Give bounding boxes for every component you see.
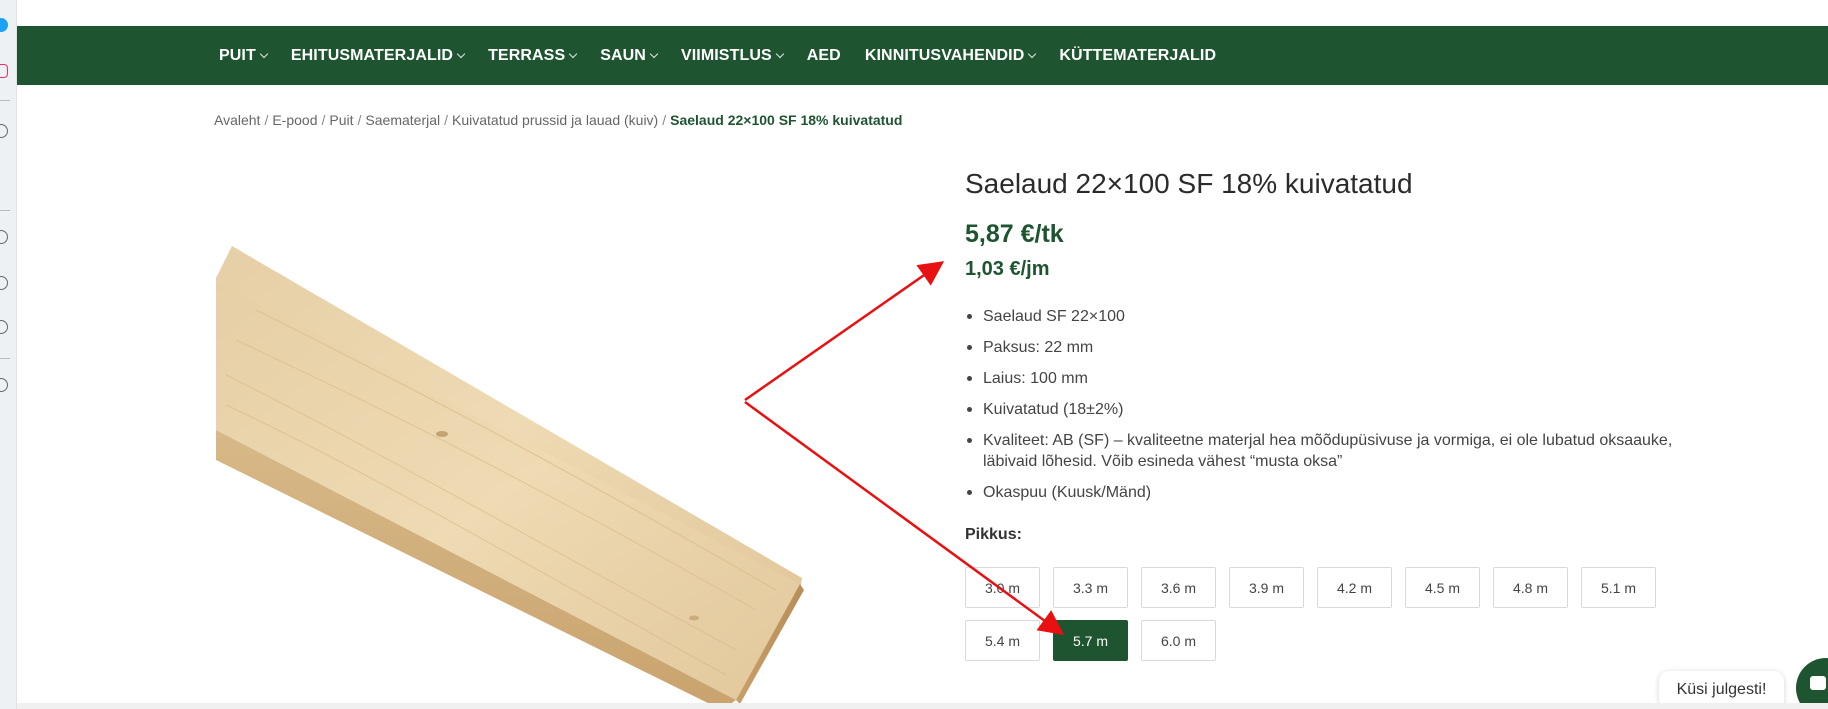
breadcrumb-separator: / xyxy=(321,112,326,128)
chat-icon xyxy=(1810,676,1826,690)
nav-item-saun[interactable]: SAUN xyxy=(600,47,681,65)
twitter-icon[interactable] xyxy=(0,18,8,32)
info-icon[interactable] xyxy=(0,276,8,290)
chat-open-button[interactable] xyxy=(1796,658,1828,709)
length-option-33[interactable]: 3.3 m xyxy=(1053,567,1128,608)
divider xyxy=(0,358,10,359)
length-option-60[interactable]: 6.0 m xyxy=(1141,620,1216,661)
chevron-down-icon xyxy=(259,49,269,58)
nav-item-label: SAUN xyxy=(600,46,646,64)
nav-item-kinnitusvahendid[interactable]: KINNITUSVAHENDID xyxy=(865,47,1060,65)
chevron-down-icon xyxy=(649,49,659,58)
nav-item-viimistlus[interactable]: VIIMISTLUS xyxy=(681,47,807,65)
nav-item-label: PUIT xyxy=(219,46,256,64)
nav-item-küttematerjalid[interactable]: KÜTTEMATERJALID xyxy=(1059,47,1240,65)
length-option-57[interactable]: 5.7 m xyxy=(1053,620,1128,661)
nav-item-label: AED xyxy=(806,46,841,64)
feature-item: Kvaliteet: AB (SF) – kvaliteetne materja… xyxy=(965,430,1685,472)
length-option-39[interactable]: 3.9 m xyxy=(1229,567,1304,608)
feature-item: Kuivatatud (18±2%) xyxy=(965,399,1685,420)
product-title: Saelaud 22×100 SF 18% kuivatatud xyxy=(965,168,1413,199)
instagram-icon[interactable] xyxy=(0,64,8,78)
length-option-36[interactable]: 3.6 m xyxy=(1141,567,1216,608)
divider xyxy=(0,100,10,101)
feature-item: Saelaud SF 22×100 xyxy=(965,306,1685,327)
product-features-list: Saelaud SF 22×100 Paksus: 22 mm Laius: 100… xyxy=(965,306,1685,513)
breadcrumb-link[interactable]: Puit xyxy=(329,112,353,128)
chevron-down-icon xyxy=(456,49,466,58)
social-share-strip xyxy=(0,0,17,709)
breadcrumb-link[interactable]: Avaleht xyxy=(214,112,260,128)
nav-item-ehitusmaterjalid[interactable]: EHITUSMATERJALID xyxy=(291,47,488,65)
nav-item-label: EHITUSMATERJALID xyxy=(290,46,454,64)
product-image[interactable] xyxy=(216,170,816,709)
chevron-down-icon xyxy=(1028,49,1037,58)
breadcrumb-link[interactable]: Kuivatatud prussid ja lauad (kuiv) xyxy=(452,112,658,128)
breadcrumb-link[interactable]: E-pood xyxy=(272,112,317,128)
length-option-45[interactable]: 4.5 m xyxy=(1405,567,1480,608)
breadcrumb: Avaleht / E-pood / Puit / Saematerjal / Kuivatat… xyxy=(214,112,902,128)
variation-label-text: Pikkus xyxy=(965,526,1017,543)
nav-item-label: KÜTTEMATERJALID xyxy=(1059,46,1217,64)
settings-icon[interactable] xyxy=(0,320,8,334)
feature-item: Laius: 100 mm xyxy=(965,368,1685,389)
length-option-48[interactable]: 4.8 m xyxy=(1493,567,1568,608)
breadcrumb-link[interactable]: Saematerjal xyxy=(365,112,440,128)
nav-menu: PUIT EHITUSMATERJALID TERRASS SAUN VIIMISTLU… xyxy=(219,26,1240,85)
variation-label-colon: : xyxy=(1016,526,1022,543)
nav-item-puit[interactable]: PUIT xyxy=(219,47,291,65)
divider xyxy=(0,210,10,211)
link-icon[interactable] xyxy=(0,170,8,184)
breadcrumb-separator: / xyxy=(444,112,448,128)
feature-item: Okaspuu (Kuusk/Mänd) xyxy=(965,482,1685,503)
help-icon[interactable] xyxy=(0,378,8,392)
main-navigation: PUIT EHITUSMATERJALID TERRASS SAUN VIIMISTLU… xyxy=(17,26,1828,85)
length-option-51[interactable]: 5.1 m xyxy=(1581,567,1656,608)
chevron-down-icon xyxy=(568,49,578,58)
feature-item: Paksus: 22 mm xyxy=(965,337,1685,358)
price-per-piece: 5,87 €/tk xyxy=(965,220,1064,248)
wood-plank-image xyxy=(216,246,804,709)
nav-item-terrass[interactable]: TERRASS xyxy=(488,47,600,65)
nav-item-label: VIIMISTLUS xyxy=(680,46,772,64)
variation-label: Pikkus: xyxy=(965,526,1022,544)
length-option-42[interactable]: 4.2 m xyxy=(1317,567,1392,608)
price-per-meter: 1,03 €/jm xyxy=(965,258,1050,280)
nav-item-label: KINNITUSVAHENDID xyxy=(864,46,1025,64)
chevron-down-icon xyxy=(775,49,784,58)
length-swatches: 3.0 m 3.3 m 3.6 m 3.9 m 4.2 m 4.5 m 4.8 m 5.1 m… xyxy=(965,567,1705,661)
length-option-54[interactable]: 5.4 m xyxy=(965,620,1040,661)
page-bottom-edge xyxy=(17,703,1828,709)
heart-icon[interactable] xyxy=(0,230,8,244)
breadcrumb-separator: / xyxy=(357,112,362,128)
breadcrumb-separator: / xyxy=(662,112,667,128)
nav-item-aed[interactable]: AED xyxy=(807,47,865,65)
length-option-30[interactable]: 3.0 m xyxy=(965,567,1040,608)
share-icon[interactable] xyxy=(0,124,8,138)
breadcrumb-current: Saelaud 22×100 SF 18% kuivatatud xyxy=(670,112,903,128)
nav-item-label: TERRASS xyxy=(488,46,566,64)
breadcrumb-separator: / xyxy=(264,112,269,128)
